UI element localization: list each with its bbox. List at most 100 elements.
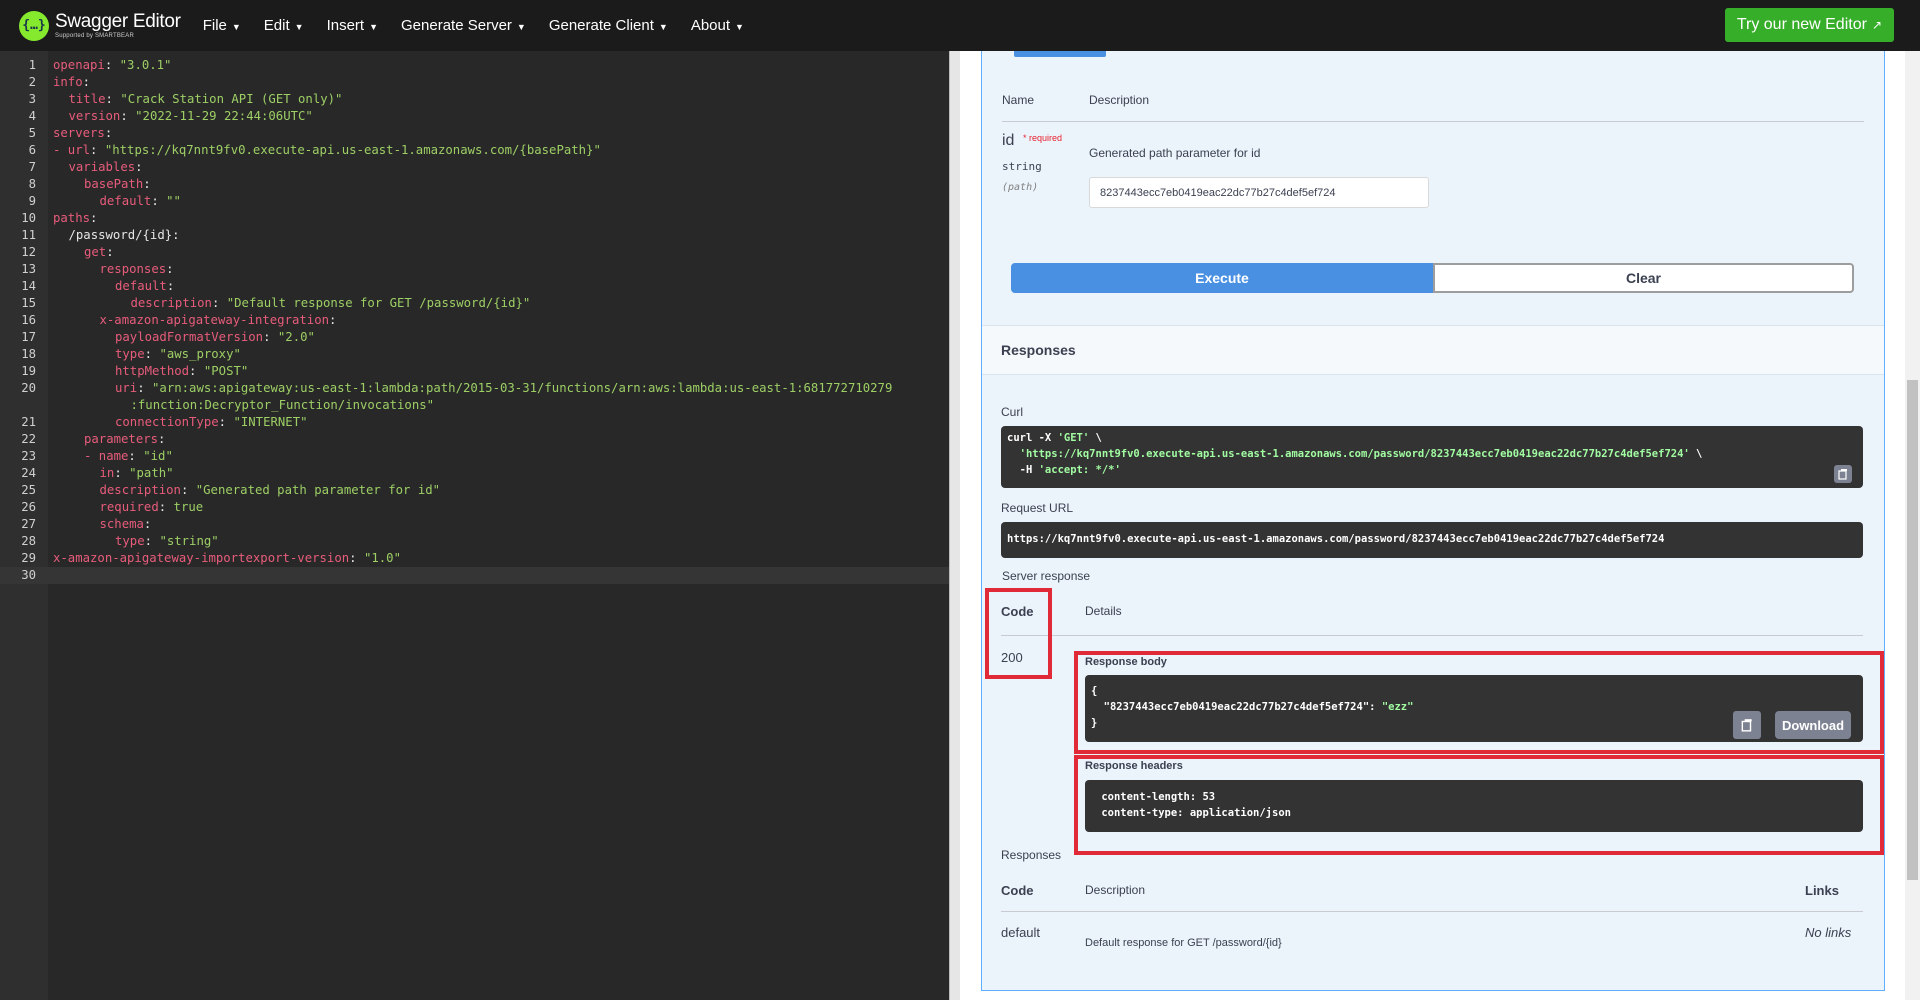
line-number: 29 xyxy=(21,551,36,565)
code-text: info: xyxy=(53,75,91,89)
param-col-name: Name xyxy=(1002,93,1035,107)
responses-table-label: Responses xyxy=(1001,848,1062,862)
code-text: version: "2022-11-29 22:44:06UTC" xyxy=(68,109,313,123)
param-type: string xyxy=(1002,160,1042,173)
try-new-editor-button[interactable]: Try our new Editor ↗ xyxy=(1724,8,1894,42)
clear-button[interactable]: Clear xyxy=(1433,263,1854,293)
code-line[interactable]: 13 responses: xyxy=(0,261,949,278)
main-menu: File ▼ Edit ▼ Insert ▼ Generate Server ▼ Gen… xyxy=(203,17,767,34)
code-text: variables: xyxy=(68,160,143,174)
logo-subtitle: Supported by SMARTBEAR xyxy=(55,33,134,39)
code-text: x-amazon-apigateway-integration: xyxy=(99,313,337,327)
line-number: 3 xyxy=(28,92,36,106)
code-line[interactable]: 6 - url: "https://kq7nnt9fv0.execute-api.… xyxy=(0,142,949,159)
code-line[interactable]: 2 info: xyxy=(0,74,949,91)
line-number: 22 xyxy=(21,432,36,446)
code-line[interactable]: 29 x-amazon-apigateway-importexport-versi… xyxy=(0,550,949,567)
menu-generate-server[interactable]: Generate Server ▼ xyxy=(401,17,526,34)
code-line[interactable]: 8 basePath: xyxy=(0,176,949,193)
curl-block: curl -X 'GET' \ 'https://kq7nnt9fv0.exec… xyxy=(1001,426,1863,488)
responses-col-code: Code xyxy=(1001,883,1034,898)
required-mark: * required xyxy=(1023,133,1063,143)
code-line[interactable]: 25 description: "Generated path parameter… xyxy=(0,482,949,499)
code-text: default: "" xyxy=(99,194,181,208)
code-text: in: "path" xyxy=(99,466,174,480)
code-line[interactable]: 4 version: "2022-11-29 22:44:06UTC" xyxy=(0,108,949,125)
code-line[interactable]: 7 variables: xyxy=(0,159,949,176)
line-number: 15 xyxy=(21,296,36,310)
code-line[interactable]: 1 openapi: "3.0.1" xyxy=(0,57,949,74)
copy-icon xyxy=(1838,469,1847,480)
server-response-label: Server response xyxy=(1002,569,1091,583)
code-line[interactable]: 28 type: "string" xyxy=(0,533,949,550)
code-editor[interactable]: 1 openapi: "3.0.1" 2 info: 3 title: "Crack St… xyxy=(0,51,949,1000)
code-line[interactable]: 16 x-amazon-apigateway-integration: xyxy=(0,312,949,329)
top-bar: {…} Swagger Editor Supported by SMARTBEA… xyxy=(0,0,1920,51)
code-line[interactable]: 11/password/{id}: xyxy=(0,227,949,244)
code-text: httpMethod: "POST" xyxy=(115,364,249,378)
menu-file[interactable]: File ▼ xyxy=(203,17,241,34)
code-line[interactable]: 5 servers: xyxy=(0,125,949,142)
line-number: 4 xyxy=(28,109,36,123)
code-line[interactable]: 12 get: xyxy=(0,244,949,261)
request-url-value: https://kq7nnt9fv0.execute-api.us-east-1… xyxy=(1001,522,1863,558)
menu-insert[interactable]: Insert ▼ xyxy=(327,17,378,34)
line-number: 1 xyxy=(28,58,36,72)
code-text: paths: xyxy=(53,211,98,225)
line-number: 28 xyxy=(21,534,36,548)
code-text: payloadFormatVersion: "2.0" xyxy=(115,330,315,344)
code-line[interactable]: 3 title: "Crack Station API (GET only)" xyxy=(0,91,949,108)
copy-curl-button[interactable] xyxy=(1834,465,1852,483)
code-text: servers: xyxy=(53,126,113,140)
response-code-default: default xyxy=(1001,925,1041,940)
code-line[interactable]: 18 type: "aws_proxy" xyxy=(0,346,949,363)
responses-col-links: Links xyxy=(1805,883,1839,898)
code-line[interactable]: :function:Decryptor_Function/invocations… xyxy=(0,397,949,414)
code-line[interactable]: 23 - name: "id" xyxy=(0,448,949,465)
chevron-down-icon: ▼ xyxy=(369,22,379,32)
line-number: 11 xyxy=(21,228,36,242)
code-text: get: xyxy=(84,245,114,259)
code-line[interactable]: 14 default: xyxy=(0,278,949,295)
code-line[interactable]: 19 httpMethod: "POST" xyxy=(0,363,949,380)
divider xyxy=(1002,121,1864,122)
code-line[interactable]: 24 in: "path" xyxy=(0,465,949,482)
response-links: No links xyxy=(1805,925,1852,940)
code-line[interactable]: 21 connectionType: "INTERNET" xyxy=(0,414,949,431)
code-line[interactable]: 22 parameters: xyxy=(0,431,949,448)
curl-label: Curl xyxy=(1001,405,1024,419)
line-number: 7 xyxy=(28,160,36,174)
code-line[interactable]: 10 paths: xyxy=(0,210,949,227)
code-line[interactable]: 17 payloadFormatVersion: "2.0" xyxy=(0,329,949,346)
param-id-input[interactable]: 8237443ecc7eb0419eac22dc77b27c4def5ef724 xyxy=(1089,177,1429,208)
code-line[interactable]: 26 required: true xyxy=(0,499,949,516)
scrollbar-thumb[interactable] xyxy=(1907,380,1918,880)
menu-generate-client[interactable]: Generate Client ▼ xyxy=(549,17,668,34)
try-it-panel: Name Description id * required string (p… xyxy=(960,51,1905,1000)
code-line[interactable]: 9 default: "" xyxy=(0,193,949,210)
code-line[interactable]: 27 schema: xyxy=(0,516,949,533)
highlight-box-response-body xyxy=(1074,651,1884,754)
line-number: 14 xyxy=(21,279,36,293)
swagger-logo[interactable]: {…} Swagger Editor Supported by SMARTBEA… xyxy=(19,0,181,51)
line-number: 25 xyxy=(21,483,36,497)
chevron-down-icon: ▼ xyxy=(658,22,668,32)
menu-edit[interactable]: Edit ▼ xyxy=(264,17,304,34)
line-number: 19 xyxy=(21,364,36,378)
line-number: 10 xyxy=(21,211,36,225)
code-text: title: "Crack Station API (GET only)" xyxy=(68,92,343,106)
line-number: 16 xyxy=(21,313,36,327)
line-number: 2 xyxy=(28,75,36,89)
code-text: description: "Generated path parameter f… xyxy=(99,483,441,497)
code-line[interactable]: 20 uri: "arn:aws:apigateway:us-east-1:lam… xyxy=(0,380,949,397)
execute-button[interactable]: Execute xyxy=(1011,263,1433,293)
code-text: responses: xyxy=(99,262,174,276)
code-line[interactable]: 30 xyxy=(0,567,949,584)
line-number: 5 xyxy=(28,126,36,140)
menu-about[interactable]: About ▼ xyxy=(691,17,744,34)
pane-splitter[interactable] xyxy=(949,51,960,1000)
code-line[interactable]: 15 description: "Default response for GET… xyxy=(0,295,949,312)
code-text: description: "Default response for GET /… xyxy=(130,296,531,310)
line-number: 18 xyxy=(21,347,36,361)
code-text: schema: xyxy=(99,517,152,531)
